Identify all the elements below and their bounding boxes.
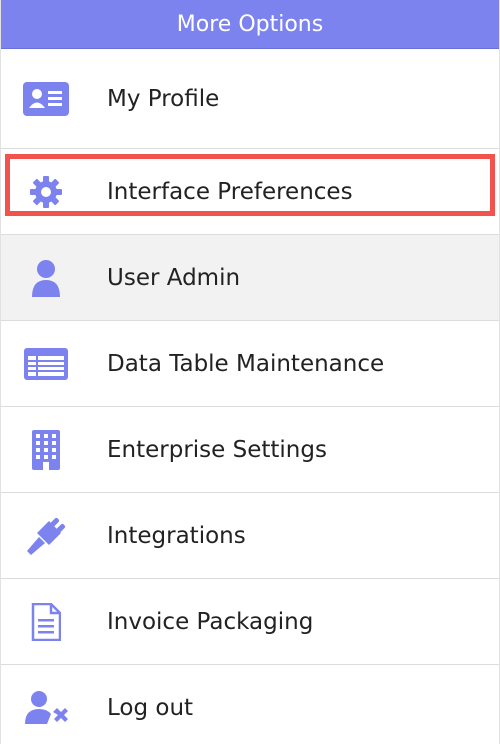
menu-label-my-profile: My Profile [107,85,220,112]
panel-header: More Options [1,0,499,49]
plug-icon [23,516,69,556]
id-card-icon [23,79,69,119]
menu-item-user-admin[interactable]: User Admin [1,235,499,321]
menu-label-invoice-packaging: Invoice Packaging [107,608,314,635]
menu-label-data-table-maintenance: Data Table Maintenance [107,350,385,377]
options-menu: My Profile Interface Preferences User Ad… [1,49,499,744]
menu-label-user-admin: User Admin [107,264,241,291]
building-icon [23,429,69,470]
user-icon [23,258,69,298]
menu-label-interface-preferences: Interface Preferences [107,178,353,205]
menu-item-invoice-packaging[interactable]: Invoice Packaging [1,579,499,665]
more-options-panel: More Options My Profile Interface Prefer… [0,0,500,744]
document-icon [23,602,69,642]
menu-item-enterprise-settings[interactable]: Enterprise Settings [1,407,499,493]
menu-item-data-table-maintenance[interactable]: Data Table Maintenance [1,321,499,407]
gear-icon [23,172,69,212]
menu-item-interface-preferences[interactable]: Interface Preferences [1,149,499,235]
user-remove-icon [23,688,69,728]
menu-item-log-out[interactable]: Log out [1,665,499,744]
menu-item-my-profile[interactable]: My Profile [1,49,499,149]
menu-item-integrations[interactable]: Integrations [1,493,499,579]
table-icon [23,344,69,384]
menu-label-log-out: Log out [107,695,194,721]
menu-label-integrations: Integrations [107,522,246,549]
menu-label-enterprise-settings: Enterprise Settings [107,436,327,463]
panel-title: More Options [176,11,324,37]
